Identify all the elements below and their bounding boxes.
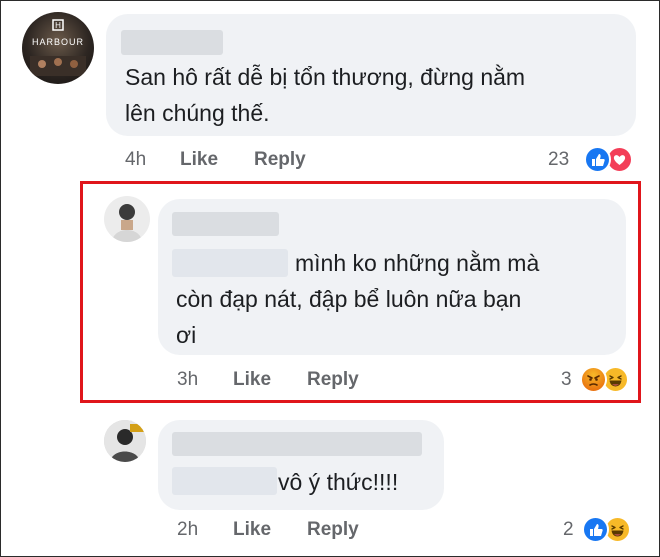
comment-text-line: San hô rất dễ bị tổn thương, đừng nằm [125, 64, 526, 90]
comment-timestamp[interactable]: 2h [177, 519, 198, 541]
reaction-count[interactable]: 23 [548, 149, 569, 171]
reaction-count[interactable]: 3 [561, 369, 572, 391]
comment-timestamp[interactable]: 4h [125, 149, 146, 171]
like-button[interactable]: Like [233, 519, 271, 541]
blurred-mention[interactable] [172, 249, 288, 277]
svg-text:H: H [55, 21, 61, 30]
comment-text-line: lên chúng thế. [125, 100, 270, 126]
reaction-count[interactable]: 2 [563, 519, 574, 541]
avatar[interactable] [104, 420, 146, 462]
comment-text-line: ơi [176, 322, 197, 348]
person-photo-icon [112, 204, 142, 242]
blurred-author-name[interactable] [172, 432, 422, 456]
avatar-logo-text: HARBOUR [32, 37, 84, 47]
like-reaction-icon[interactable] [582, 516, 609, 543]
comment-text-line: mình ko những nằm mà [295, 250, 540, 276]
reply-button[interactable]: Reply [307, 369, 359, 391]
comment-text-line: vô ý thức!!!! [278, 469, 399, 495]
comment-timestamp[interactable]: 3h [177, 369, 198, 391]
blurred-author-name[interactable] [121, 30, 223, 55]
harbour-logo-icon: H HARBOUR [30, 19, 86, 76]
comment-text-line: còn đạp nát, đập bể luôn nữa bạn [176, 286, 522, 312]
blurred-mention[interactable] [172, 467, 277, 495]
blurred-author-name[interactable] [172, 212, 279, 236]
avatar[interactable]: H HARBOUR [22, 12, 94, 84]
reply-button[interactable]: Reply [254, 149, 306, 171]
like-reaction-icon[interactable] [584, 146, 611, 173]
profile-picture-icon [104, 420, 146, 462]
reply-button[interactable]: Reply [307, 519, 359, 541]
avatar[interactable] [104, 196, 150, 242]
like-button[interactable]: Like [180, 149, 218, 171]
angry-reaction-icon[interactable] [580, 366, 607, 393]
like-button[interactable]: Like [233, 369, 271, 391]
